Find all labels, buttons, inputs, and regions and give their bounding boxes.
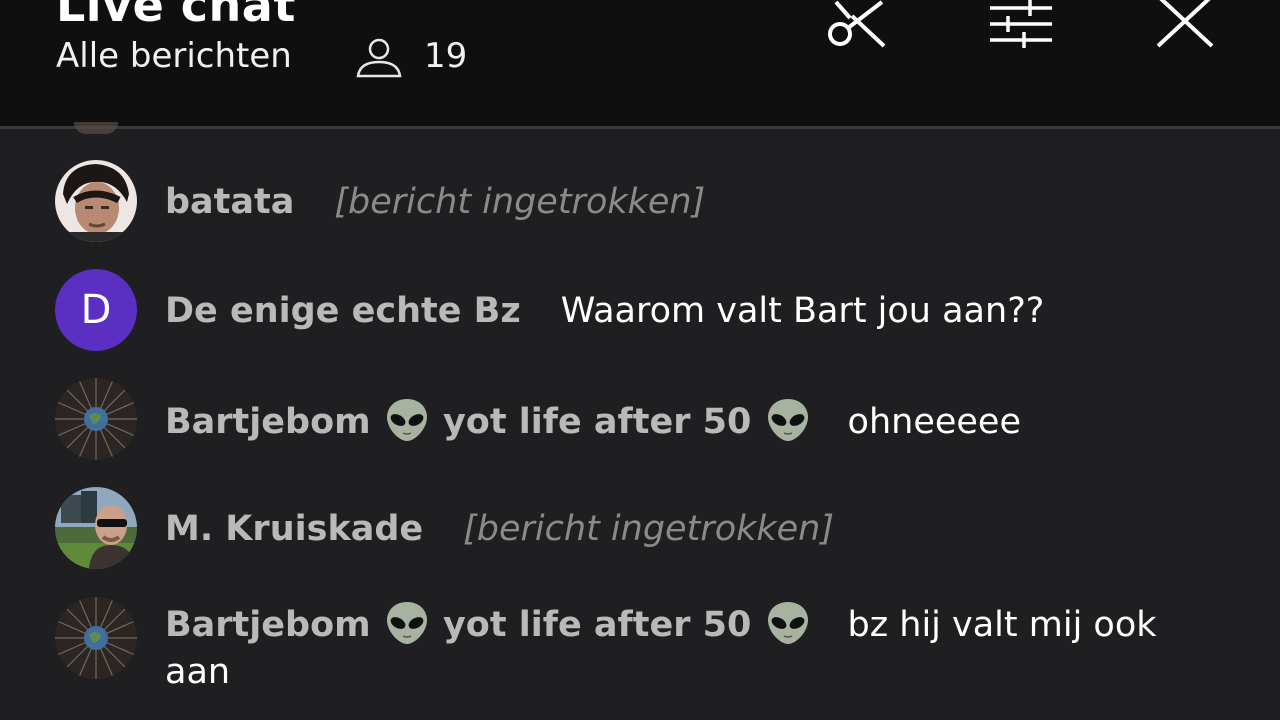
author-name[interactable]: M. Kruiskade — [165, 509, 423, 549]
filter-sliders-icon — [990, 0, 1052, 48]
alien-emoji-icon — [764, 397, 812, 443]
message-text-continued: aan — [165, 652, 231, 692]
avatar[interactable]: D — [55, 269, 137, 351]
message-text: bz hij valt mij ook — [847, 605, 1157, 645]
scissors-button[interactable] — [822, 0, 892, 54]
alien-emoji-icon — [764, 600, 812, 646]
author-name[interactable]: Bartjebom yot life after 50 — [165, 605, 812, 645]
filter-button[interactable] — [986, 0, 1056, 54]
avatar[interactable] — [55, 487, 137, 569]
author-name[interactable]: Bartjebom yot life after 50 — [165, 402, 812, 442]
alien-emoji-icon — [383, 397, 431, 443]
author-name[interactable]: batata — [165, 182, 294, 222]
message-text: [bericht ingetrokken] — [334, 182, 706, 222]
message-text: [bericht ingetrokken] — [463, 509, 835, 549]
message-text: Waarom valt Bart jou aan?? — [560, 291, 1045, 331]
avatar[interactable] — [55, 160, 137, 242]
close-icon — [1156, 0, 1214, 48]
close-button[interactable] — [1150, 0, 1220, 54]
scissors-icon — [828, 0, 886, 48]
person-icon — [356, 38, 402, 78]
chat-mode-selector[interactable]: Alle berichten — [56, 36, 292, 76]
chat-header: Live chat Alle berichten 19 — [0, 0, 1280, 129]
author-name[interactable]: De enige echte Bz — [165, 291, 521, 331]
avatar[interactable] — [55, 597, 137, 679]
avatar[interactable] — [55, 378, 137, 460]
message-text: ohneeeee — [847, 402, 1021, 442]
viewer-count: 19 — [424, 36, 468, 76]
page-title: Live chat — [56, 0, 296, 32]
avatar — [74, 122, 118, 134]
alien-emoji-icon — [383, 600, 431, 646]
